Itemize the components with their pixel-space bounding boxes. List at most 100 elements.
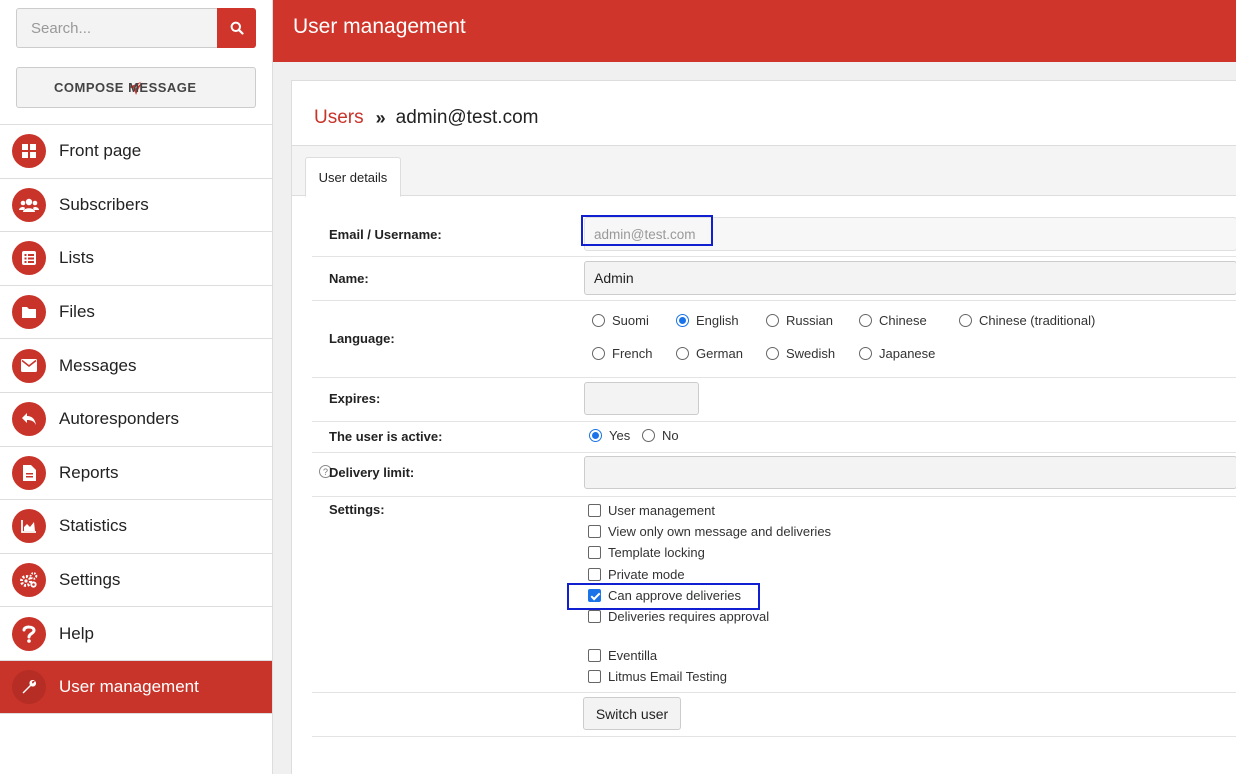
- sidebar-item-label: Autoresponders: [59, 409, 180, 429]
- language-option-chinese-traditional[interactable]: Chinese (traditional): [959, 313, 1095, 328]
- radio-button[interactable]: [642, 429, 655, 442]
- radio-button[interactable]: [766, 314, 779, 327]
- breadcrumb-separator: »: [375, 107, 386, 128]
- grid-icon: [12, 134, 46, 169]
- gears-icon: [12, 563, 46, 598]
- breadcrumb-users-link[interactable]: Users: [314, 107, 364, 129]
- reply-icon: [12, 402, 46, 437]
- checkbox[interactable]: [588, 649, 601, 662]
- switch-user-button[interactable]: Switch user: [583, 697, 681, 730]
- checkbox[interactable]: [588, 670, 601, 683]
- sidebar-item-files[interactable]: Files: [0, 284, 272, 339]
- radio-button[interactable]: [766, 347, 779, 360]
- radio-button[interactable]: [959, 314, 972, 327]
- delivery-limit-label: Delivery limit:: [329, 465, 415, 480]
- setting-litmus-email-testing[interactable]: Litmus Email Testing: [588, 669, 727, 684]
- setting-user-management[interactable]: User management: [588, 503, 715, 518]
- checkbox[interactable]: [588, 610, 601, 623]
- list-icon: [12, 241, 46, 276]
- sidebar-nav: Front page Subscribers Lists Files Messa…: [0, 124, 272, 714]
- radio-label: Chinese (traditional): [979, 313, 1096, 328]
- sidebar-item-label: Settings: [59, 570, 121, 590]
- expires-row: [312, 378, 1236, 422]
- checkbox[interactable]: [588, 546, 601, 559]
- wrench-icon: [12, 669, 46, 704]
- radio-button[interactable]: [859, 314, 872, 327]
- language-option-suomi[interactable]: Suomi: [592, 313, 649, 328]
- sidebar: COMPOSE MESSAGE Front page Subscribers L…: [0, 0, 273, 774]
- search-icon: [230, 21, 244, 35]
- top-header: User management: [273, 0, 1236, 62]
- active-row: [312, 422, 1236, 453]
- checkbox[interactable]: [588, 504, 601, 517]
- language-option-swedish[interactable]: Swedish: [766, 346, 835, 361]
- sidebar-item-reports[interactable]: Reports: [0, 445, 272, 500]
- breadcrumb-current: admin@test.com: [395, 107, 539, 128]
- radio-label: Swedish: [786, 346, 836, 361]
- radio-label: Suomi: [612, 313, 649, 328]
- checkbox-label: Litmus Email Testing: [608, 669, 727, 684]
- radio-button[interactable]: [676, 314, 689, 327]
- sidebar-item-label: Help: [59, 623, 94, 643]
- language-option-german[interactable]: German: [676, 346, 743, 361]
- sidebar-item-lists[interactable]: Lists: [0, 231, 272, 285]
- approve-highlight-box: [567, 583, 760, 610]
- tab-user-details[interactable]: User details: [305, 157, 401, 197]
- page-title: User management: [293, 15, 466, 38]
- language-option-english[interactable]: English: [676, 313, 739, 328]
- active-option-yes[interactable]: Yes: [589, 428, 630, 443]
- checkbox-label: Template locking: [608, 545, 705, 560]
- breadcrumb: Users » admin@test.com: [314, 107, 538, 129]
- checkbox-label: Eventilla: [608, 648, 658, 663]
- sidebar-item-label: Statistics: [59, 516, 128, 536]
- sidebar-item-settings[interactable]: Settings: [0, 552, 272, 607]
- sidebar-item-subscribers[interactable]: Subscribers: [0, 177, 272, 232]
- checkbox[interactable]: [588, 568, 601, 581]
- language-option-russian[interactable]: Russian: [766, 313, 833, 328]
- checkbox-label: User management: [608, 503, 715, 518]
- sidebar-item-user-management[interactable]: User management: [0, 659, 272, 714]
- tab-bar: User details: [292, 145, 1236, 197]
- radio-label: English: [696, 313, 739, 328]
- radio-button[interactable]: [589, 429, 602, 442]
- sidebar-item-front-page[interactable]: Front page: [0, 124, 272, 178]
- envelope-icon: [12, 348, 46, 383]
- sidebar-item-messages[interactable]: Messages: [0, 338, 272, 392]
- sidebar-item-help[interactable]: Help: [0, 606, 272, 660]
- expires-label: Expires:: [329, 391, 381, 406]
- setting-private-mode[interactable]: Private mode: [588, 567, 685, 582]
- language-option-french[interactable]: French: [592, 346, 652, 361]
- setting-template-locking[interactable]: Template locking: [588, 545, 705, 560]
- setting-view-own-only[interactable]: View only own message and deliveries: [588, 524, 831, 539]
- radio-button[interactable]: [676, 347, 689, 360]
- name-label: Name:: [329, 271, 369, 286]
- radio-button[interactable]: [592, 314, 605, 327]
- language-option-chinese[interactable]: Chinese: [859, 313, 927, 328]
- sidebar-item-label: User management: [59, 676, 199, 696]
- checkbox[interactable]: [588, 525, 601, 538]
- area-chart-icon: [12, 509, 46, 544]
- sidebar-item-label: Messages: [59, 355, 137, 375]
- setting-eventilla[interactable]: Eventilla: [588, 648, 657, 663]
- sidebar-item-statistics[interactable]: Statistics: [0, 499, 272, 553]
- checkbox-label: Private mode: [608, 567, 685, 582]
- expires-date-field[interactable]: [584, 382, 699, 415]
- active-option-no[interactable]: No: [642, 428, 679, 443]
- language-option-japanese[interactable]: Japanese: [859, 346, 935, 361]
- radio-button[interactable]: [592, 347, 605, 360]
- setting-deliveries-require-approval[interactable]: Deliveries requires approval: [588, 609, 769, 624]
- sidebar-item-autoresponders[interactable]: Autoresponders: [0, 391, 272, 446]
- delivery-limit-field[interactable]: [584, 456, 1236, 489]
- radio-label: French: [612, 346, 653, 361]
- email-label: Email / Username:: [329, 227, 442, 242]
- sidebar-item-label: Subscribers: [59, 194, 149, 214]
- sidebar-item-label: Lists: [59, 248, 94, 268]
- name-field[interactable]: Admin: [584, 261, 1236, 295]
- radio-button[interactable]: [859, 347, 872, 360]
- compose-message-label: COMPOSE MESSAGE: [54, 80, 197, 95]
- active-label: The user is active:: [329, 429, 443, 444]
- search-input[interactable]: [16, 8, 218, 48]
- radio-label: German: [696, 346, 743, 361]
- search-button[interactable]: [217, 8, 256, 48]
- compose-message-button[interactable]: COMPOSE MESSAGE: [16, 67, 256, 108]
